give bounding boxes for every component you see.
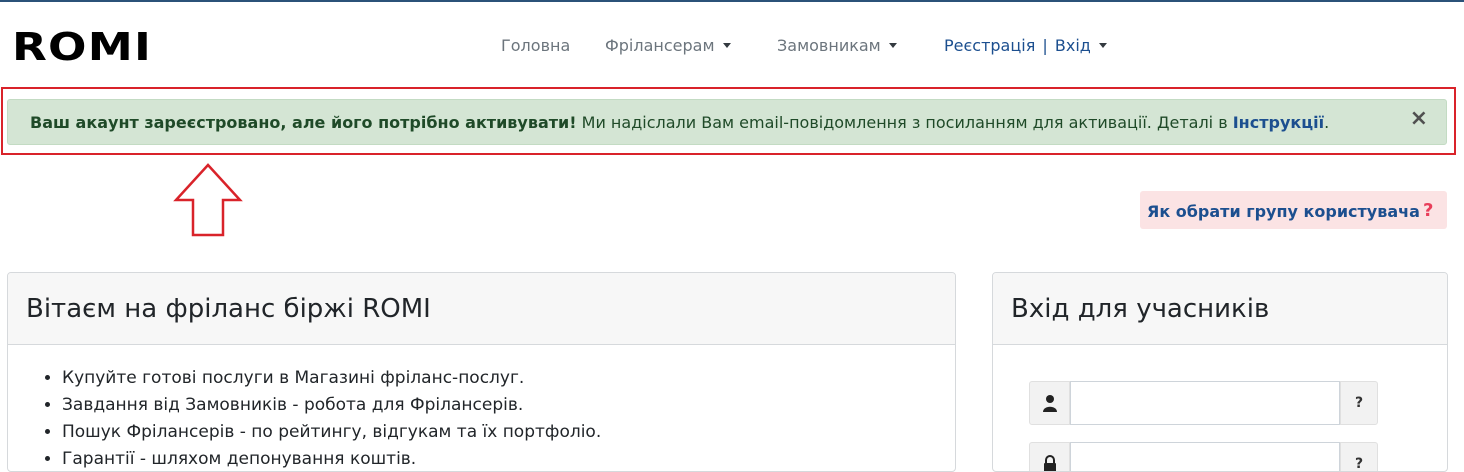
- welcome-card: Вітаєм на фріланс біржі ROMI Купуйте гот…: [7, 272, 956, 472]
- caret-down-icon: [1098, 43, 1107, 48]
- nav-auth-dropdown[interactable]: Реєстрація | Вхід: [944, 36, 1107, 55]
- username-help-icon[interactable]: ?: [1340, 381, 1378, 425]
- activation-alert: Ваш акаунт зареєстровано, але його потрі…: [7, 99, 1447, 145]
- nav-separator: |: [1042, 36, 1048, 55]
- alert-message: Ми надіслали Вам email-повідомлення з по…: [576, 113, 1233, 132]
- question-icon: ?: [1423, 200, 1434, 221]
- password-help-icon[interactable]: ?: [1340, 442, 1378, 471]
- top-border: [0, 0, 1464, 2]
- user-group-help-button[interactable]: Як обрати групу користувача ?: [1140, 191, 1447, 229]
- nav-login-label[interactable]: Вхід: [1055, 36, 1091, 55]
- welcome-card-header: Вітаєм на фріланс біржі ROMI: [8, 273, 955, 345]
- login-card-header: Вхід для учасників: [993, 273, 1447, 345]
- instructions-link[interactable]: Інструкції: [1233, 113, 1324, 132]
- nav-home-label: Головна: [501, 36, 571, 55]
- nav-freelancers-dropdown[interactable]: Фрілансерам: [605, 36, 731, 55]
- nav-clients-dropdown[interactable]: Замовникам: [777, 36, 897, 55]
- login-title: Вхід для учасників: [1011, 294, 1270, 324]
- username-input[interactable]: [1070, 381, 1340, 425]
- nav-freelancers-label: Фрілансерам: [605, 36, 715, 55]
- lock-icon: [1029, 442, 1070, 471]
- list-item: Купуйте готові послуги в Магазині фрілан…: [62, 365, 601, 392]
- nav-register-label[interactable]: Реєстрація: [944, 36, 1035, 55]
- alert-bold-text: Ваш акаунт зареєстровано, але його потрі…: [30, 113, 577, 132]
- nav-home[interactable]: Головна: [501, 36, 570, 55]
- caret-down-icon: [888, 43, 897, 48]
- user-icon: [1029, 381, 1070, 425]
- features-list: Купуйте готові послуги в Магазині фрілан…: [8, 365, 601, 471]
- romi-logo[interactable]: ROMI: [12, 30, 154, 64]
- password-input[interactable]: [1070, 442, 1340, 471]
- list-item: Завдання від Замовників - робота для Фрі…: [62, 392, 601, 419]
- list-item: Гарантії - шляхом депонування коштів.: [62, 446, 601, 471]
- alert-tail: .: [1324, 113, 1330, 132]
- help-label: Як обрати групу користувача: [1147, 202, 1420, 221]
- login-card: Вхід для учасників ? ?: [992, 272, 1448, 472]
- caret-down-icon: [722, 43, 731, 48]
- list-item: Пошук Фрілансерів - по рейтингу, відгука…: [62, 419, 601, 446]
- close-icon[interactable]: ×: [1410, 108, 1428, 130]
- welcome-title: Вітаєм на фріланс біржі ROMI: [26, 294, 431, 324]
- up-arrow-annotation-icon: [173, 163, 243, 237]
- alert-text: Ваш акаунт зареєстровано, але його потрі…: [30, 113, 1329, 132]
- nav-clients-label: Замовникам: [777, 36, 881, 55]
- svg-text:ROMI: ROMI: [12, 30, 152, 64]
